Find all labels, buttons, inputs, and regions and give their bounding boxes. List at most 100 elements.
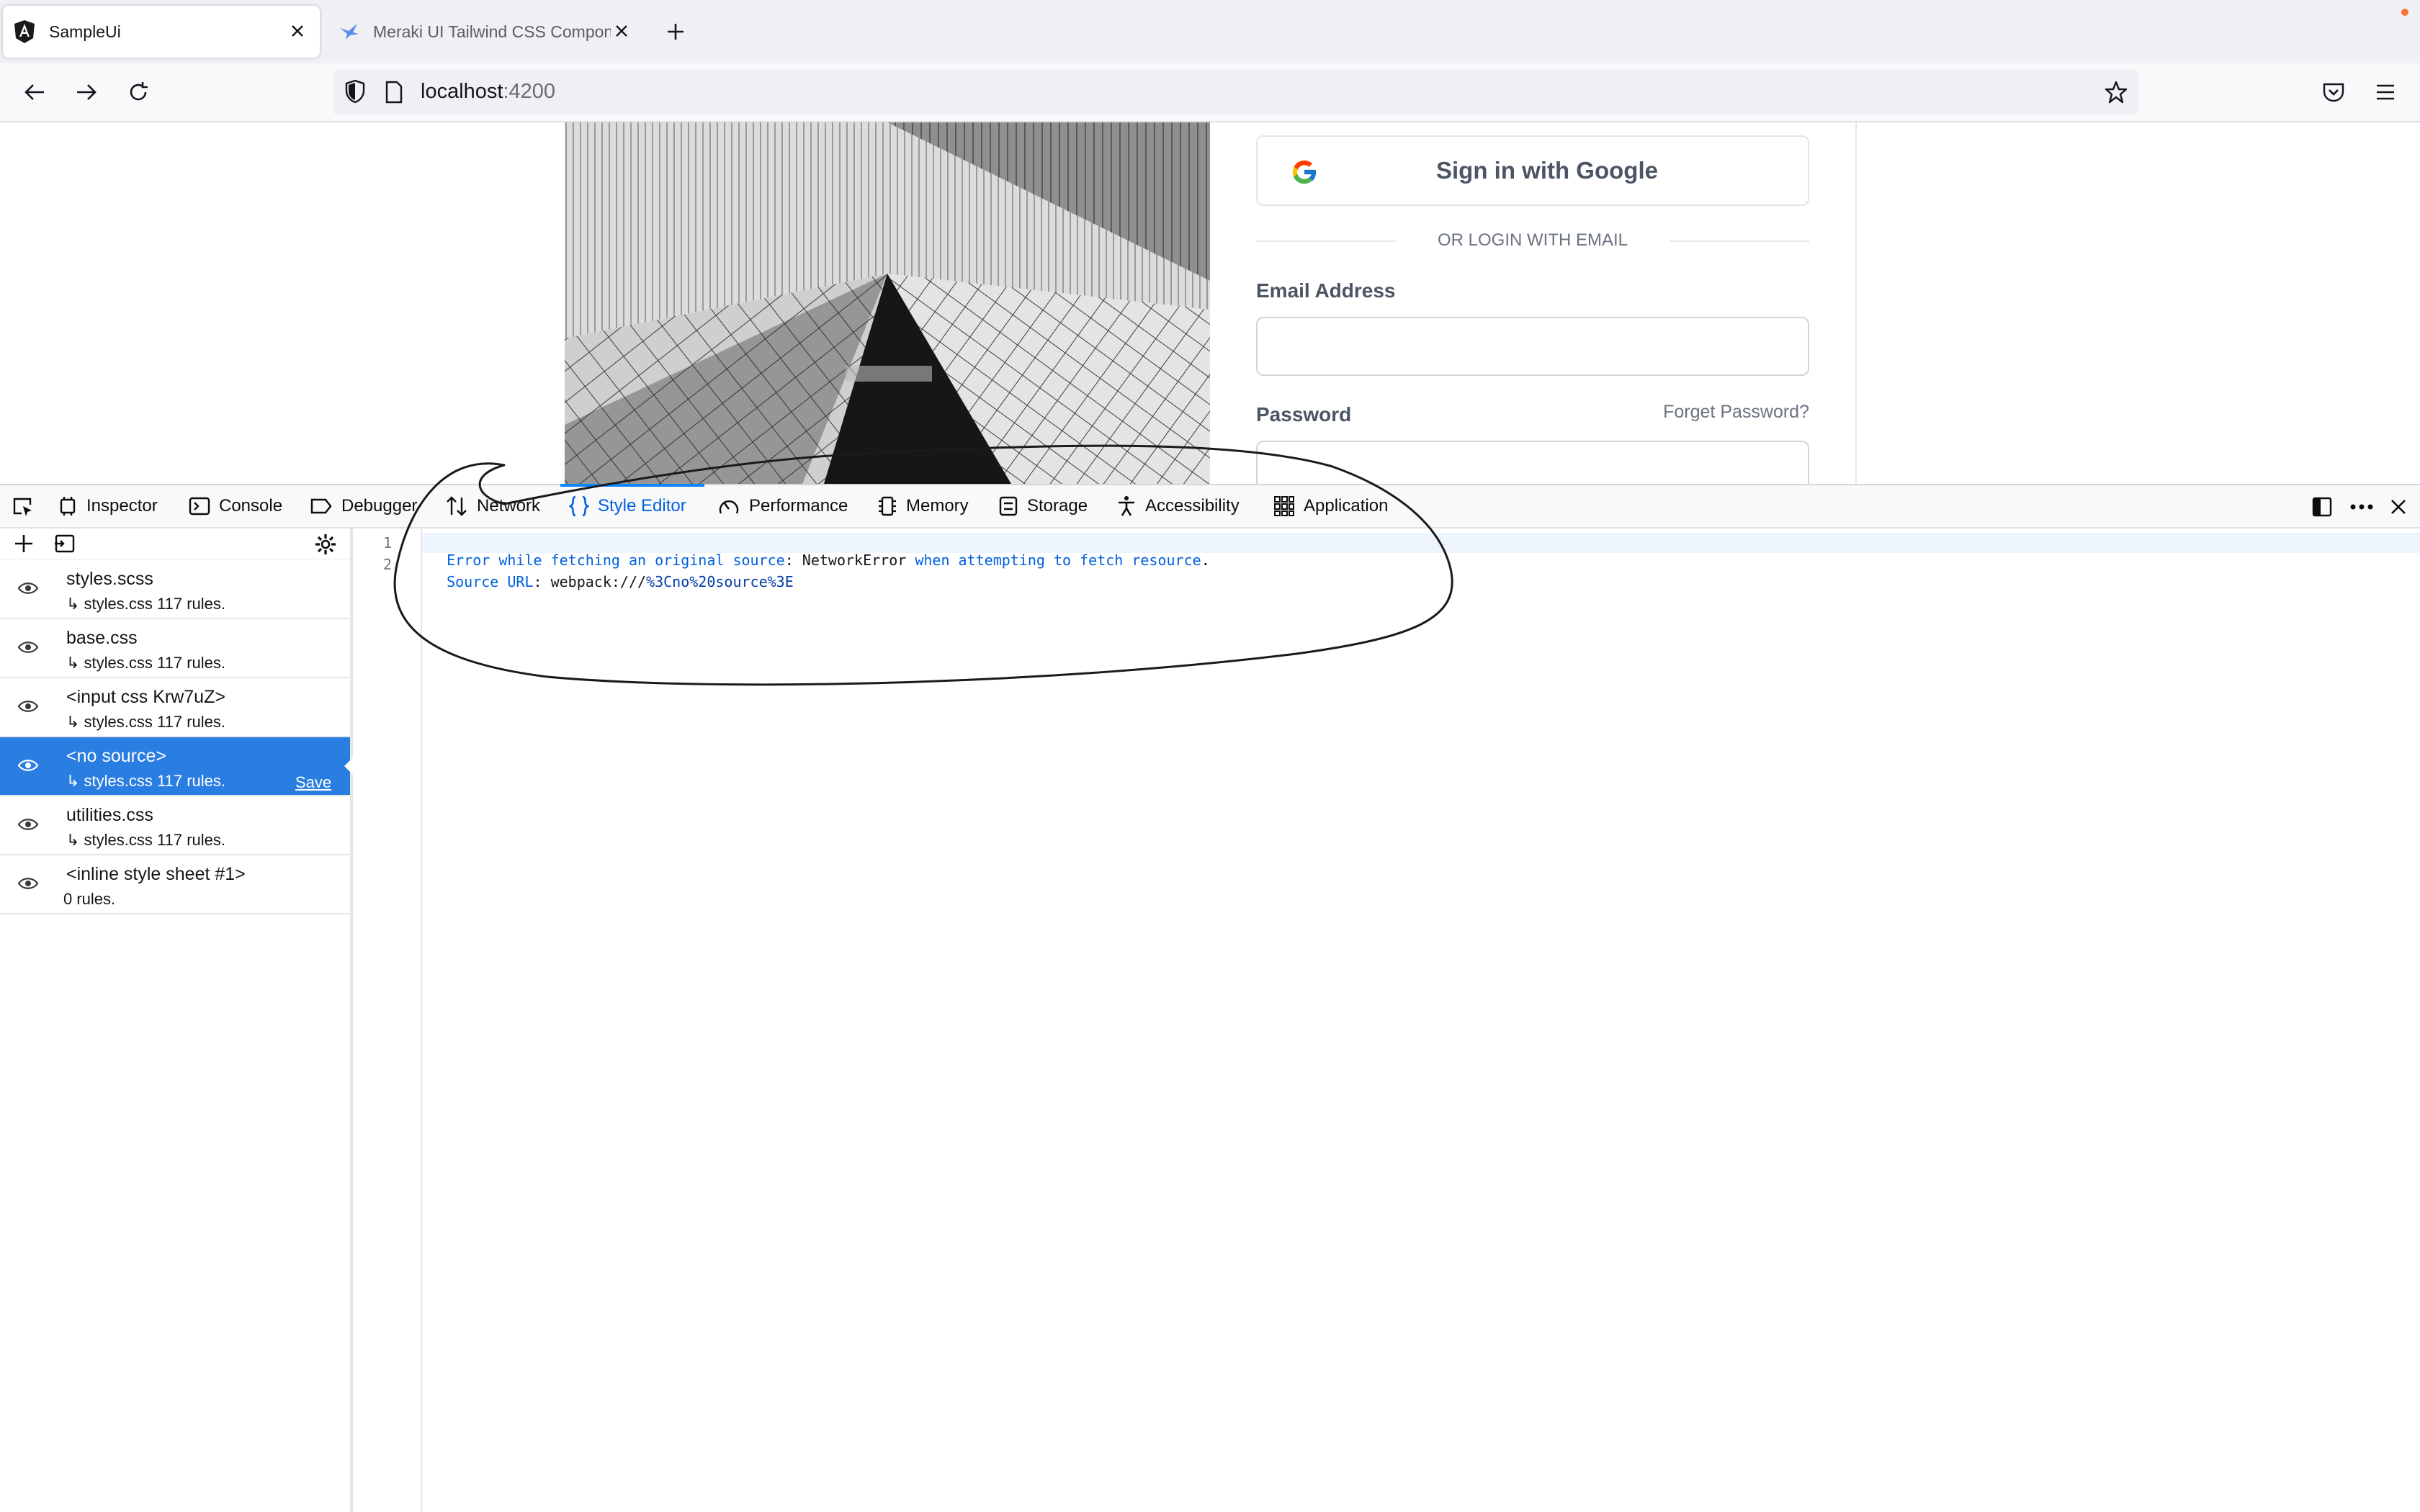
new-stylesheet-button[interactable]	[12, 531, 36, 556]
storage-icon	[998, 495, 1018, 517]
page-info-icon[interactable]	[385, 81, 403, 107]
tab-label: Network	[477, 496, 541, 516]
stylesheet-name: <input css Krw7uZ>	[66, 687, 225, 707]
sign-in-with-google-button[interactable]: Sign in with Google	[1256, 135, 1809, 206]
stylesheet-rules: 0 rules.	[63, 890, 116, 908]
stylesheet-name: <inline style sheet #1>	[66, 864, 246, 884]
pocket-button[interactable]	[2319, 78, 2348, 107]
import-stylesheet-button[interactable]	[52, 531, 76, 556]
tab-label: Memory	[906, 496, 969, 516]
devtools-tab-style-editor[interactable]: Style Editor	[569, 484, 686, 528]
hamburger-menu-icon	[2377, 84, 2394, 100]
arrow-right-icon	[77, 84, 97, 100]
email-field[interactable]	[1256, 317, 1809, 376]
google-button-label: Sign in with Google	[1436, 157, 1658, 184]
code-token: Source URL	[447, 573, 534, 590]
notification-dot	[2401, 9, 2408, 16]
code-line-2: Source URL: webpack:///%3Cno%20source%3E	[429, 556, 794, 590]
devtools-tab-inspector[interactable]: Inspector	[58, 484, 158, 528]
arrow-left-icon	[24, 84, 44, 100]
devtools-tab-storage[interactable]: Storage	[998, 484, 1088, 528]
eye-icon[interactable]	[17, 639, 39, 659]
stylesheet-rules: ↳ styles.css 117 rules.	[66, 772, 225, 790]
eye-icon[interactable]	[17, 698, 39, 718]
shield-icon[interactable]	[344, 79, 366, 107]
devtools-tab-application[interactable]: Application	[1273, 484, 1388, 528]
ellipsis-icon	[2350, 504, 2373, 510]
element-picker-button[interactable]	[9, 494, 37, 520]
style-editor-settings-button[interactable]	[313, 531, 339, 557]
url-bar[interactable]	[333, 69, 2139, 115]
tab-label: Inspector	[86, 496, 158, 516]
close-devtools-button[interactable]	[2384, 494, 2413, 520]
stylesheet-rules: ↳ styles.css 117 rules.	[66, 831, 225, 849]
stylesheet-rules: ↳ styles.css 117 rules.	[66, 713, 225, 731]
console-icon	[189, 496, 210, 516]
debugger-icon	[310, 497, 333, 516]
url-port: :4200	[503, 80, 556, 103]
star-icon	[2105, 81, 2128, 104]
browser-tab-meraki[interactable]: Meraki UI Tailwind CSS Compon	[331, 6, 634, 58]
forward-button[interactable]	[69, 78, 104, 107]
devtools-tab-accessibility[interactable]: Accessibility	[1116, 484, 1240, 528]
eye-icon[interactable]	[17, 876, 39, 895]
app-menu-button[interactable]	[2371, 78, 2400, 107]
password-field[interactable]	[1256, 441, 1809, 484]
eye-icon[interactable]	[17, 580, 39, 600]
password-label: Password	[1256, 403, 1352, 426]
url-text[interactable]: localhost:4200	[421, 80, 555, 104]
code-token: .	[1201, 552, 1210, 569]
devtools-tab-performance[interactable]: Performance	[717, 484, 848, 528]
angular-icon	[13, 19, 36, 44]
divider-line-right	[1670, 240, 1809, 242]
close-tab-icon[interactable]	[612, 22, 631, 40]
line-number-gutter	[356, 528, 422, 1512]
eye-icon[interactable]	[17, 816, 39, 836]
bookmark-star-button[interactable]	[2102, 78, 2130, 107]
stylesheet-name: <no source>	[66, 746, 166, 766]
stylesheet-item[interactable]: <input css Krw7uZ> ↳ styles.css 117 rule…	[0, 678, 350, 737]
tab-label: Storage	[1027, 496, 1088, 516]
close-tab-icon[interactable]	[288, 22, 307, 40]
import-icon	[55, 534, 75, 553]
url-host: localhost	[421, 80, 503, 103]
eye-icon[interactable]	[17, 757, 39, 777]
memory-icon	[877, 495, 897, 517]
code-editor[interactable]	[356, 528, 2420, 1512]
code-token: : NetworkError	[784, 552, 915, 569]
devtools-tab-debugger[interactable]: Debugger	[310, 484, 417, 528]
stylesheet-item[interactable]: base.css ↳ styles.css 117 rules.	[0, 619, 350, 678]
dock-side-button[interactable]	[2308, 494, 2336, 520]
new-tab-button[interactable]	[661, 17, 690, 46]
stylesheet-name: base.css	[66, 628, 138, 648]
stylesheet-item[interactable]: utilities.css ↳ styles.css 117 rules.	[0, 796, 350, 855]
stylesheet-item[interactable]: styles.scss ↳ styles.css 117 rules.	[0, 560, 350, 619]
back-button[interactable]	[17, 78, 52, 107]
browser-tab-sampleui[interactable]: SampleUi	[3, 6, 320, 58]
plus-icon	[15, 535, 32, 552]
close-icon	[2391, 500, 2406, 514]
stylesheet-name: utilities.css	[66, 805, 153, 825]
code-token: : webpack:///	[533, 573, 647, 590]
tab-label: Style Editor	[598, 496, 686, 516]
line-number: 1	[383, 534, 393, 552]
plus-icon	[668, 24, 684, 40]
tab-label: Debugger	[341, 496, 418, 516]
stylesheet-item[interactable]: <inline style sheet #1> 0 rules.	[0, 855, 350, 914]
inspector-icon	[58, 496, 78, 516]
grid-icon	[1273, 495, 1295, 517]
accessibility-icon	[1116, 495, 1137, 517]
save-link[interactable]: Save	[295, 773, 331, 792]
stylesheet-item-selected[interactable]: <no source> ↳ styles.css 117 rules. Save	[0, 737, 353, 796]
tab-label: Console	[219, 496, 283, 516]
forgot-password-link[interactable]: Forget Password?	[1663, 402, 1809, 423]
devtools-tab-memory[interactable]: Memory	[877, 484, 969, 528]
devtools-tab-console[interactable]: Console	[189, 484, 282, 528]
more-options-button[interactable]	[2345, 494, 2378, 520]
reload-button[interactable]	[121, 78, 156, 107]
stylesheet-name: styles.scss	[66, 569, 153, 589]
gear-icon	[315, 534, 336, 554]
reload-icon	[130, 82, 148, 101]
devtools-tab-network[interactable]: Network	[445, 484, 540, 528]
meraki-bird-icon	[339, 22, 360, 41]
